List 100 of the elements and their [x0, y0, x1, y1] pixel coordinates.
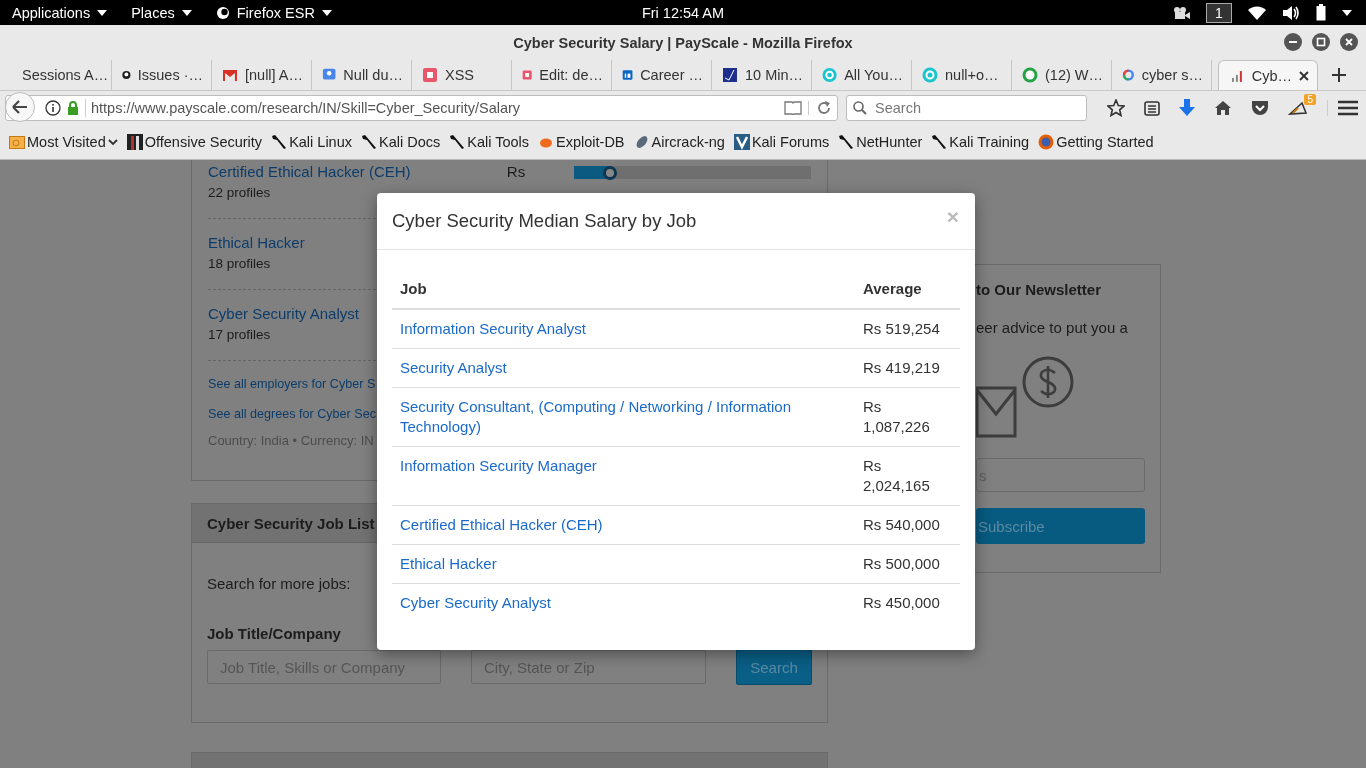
logo-icon	[733, 134, 750, 150]
mail-icon	[222, 67, 238, 83]
bookmark-item[interactable]: NetHunter	[836, 134, 925, 150]
close-button[interactable]	[1340, 33, 1358, 51]
battery-icon[interactable]	[1316, 4, 1326, 21]
camera-icon[interactable]	[1172, 5, 1190, 20]
clock[interactable]: Fri 12:54 AM	[641, 4, 725, 21]
salary-cell: Rs 450,000	[855, 583, 960, 622]
salary-cell: Rs 519,254	[855, 309, 960, 349]
notification-badge: 5	[1304, 94, 1316, 105]
folder-icon	[9, 135, 25, 149]
profile-count: 18 profiles	[208, 256, 271, 271]
wifi-icon[interactable]	[1248, 5, 1266, 20]
dialog-title: Cyber Security Median Salary by Job	[392, 210, 697, 232]
salary-cell: Rs 540,000	[855, 505, 960, 545]
maximize-button[interactable]	[1312, 33, 1330, 51]
minimize-button[interactable]	[1284, 33, 1302, 51]
job-link[interactable]: Security Analyst	[400, 358, 847, 378]
browser-tab[interactable]: 10 Min…	[712, 60, 812, 90]
bookmark-item[interactable]: Exploit-DB	[536, 134, 627, 150]
search-input[interactable]: Search	[873, 99, 1077, 117]
menu-icon[interactable]	[1327, 100, 1358, 116]
chevron-icon	[107, 138, 118, 146]
browser-tab[interactable]: Sessions A…	[12, 60, 112, 90]
browser-tab[interactable]: XSS	[412, 60, 512, 90]
salary-cell: Rs 419,219	[855, 348, 960, 388]
salary-cell: Rs 2,024,165	[855, 446, 960, 506]
job-link[interactable]: Ethical Hacker	[400, 554, 847, 574]
back-arrow-icon	[12, 100, 28, 114]
section-heading: Cyber Security Job List	[207, 514, 375, 532]
salary-cell: Rs 500,000	[855, 544, 960, 584]
newsletter-text: eer advice to put you a	[976, 319, 1129, 336]
circle-icon	[822, 67, 838, 83]
search-icon	[853, 101, 867, 115]
lock-icon	[67, 101, 79, 115]
envelope-dollar-icon	[976, 356, 1074, 438]
browser-tab[interactable]: Edit: de…	[512, 60, 612, 90]
caret-icon	[181, 9, 192, 16]
browser-tab[interactable]: [null] A…	[212, 60, 312, 90]
browser-tab[interactable]: Career …	[612, 60, 712, 90]
address-bar[interactable]: https://www.payscale.com/research/IN/Skill=Cyber_Security/Salary	[5, 95, 838, 121]
window-title: Cyber Security Salary | PayScale - Mozilla Firefox	[513, 34, 853, 51]
extension-icon[interactable]	[1288, 100, 1308, 116]
browser-tab[interactable]: null+o…	[912, 60, 1012, 90]
tile-icon	[522, 67, 533, 83]
back-button[interactable]	[5, 92, 35, 122]
column-header: Job	[392, 270, 855, 309]
browser-tab[interactable]: Cyb…	[1218, 60, 1318, 90]
bookmark-item[interactable]: Kali Tools	[447, 134, 532, 150]
bookmark-item[interactable]: Kali Linux	[269, 134, 354, 150]
menu-button[interactable]: Places	[119, 0, 204, 25]
browser-tab[interactable]: All You…	[812, 60, 912, 90]
browser-tab[interactable]: Issues ·…	[112, 60, 212, 90]
browser-tab[interactable]: Null du…	[312, 60, 412, 90]
reload-icon[interactable]	[808, 101, 831, 115]
job-link[interactable]: Certified Ethical Hacker (CEH)	[400, 515, 847, 535]
caret-icon	[321, 9, 332, 16]
salary-text: Rs	[505, 162, 527, 182]
bookmark-item[interactable]: Kali Forums	[731, 134, 832, 150]
profile-count: 17 profiles	[208, 327, 271, 342]
newsletter-heading: to Our Newsletter	[976, 280, 1103, 300]
menu-button[interactable]: Applications	[0, 0, 120, 25]
browser-tab[interactable]: cyber s…	[1112, 60, 1212, 90]
job-link[interactable]: Information Security Analyst	[400, 319, 847, 339]
salary-cell: Rs 1,087,226	[855, 387, 960, 447]
pocket-icon[interactable]	[1251, 100, 1269, 116]
bookmark-item[interactable]: Kali Training	[929, 134, 1032, 150]
info-icon[interactable]	[45, 100, 61, 116]
job-link[interactable]: Information Security Manager	[400, 456, 847, 476]
close-icon[interactable]	[1299, 70, 1309, 81]
profile-count: 22 profiles	[208, 185, 271, 200]
caret-icon	[1342, 9, 1352, 16]
tile-icon	[622, 67, 634, 83]
bookmark-item[interactable]: Getting Started	[1036, 134, 1156, 150]
tile-icon	[422, 67, 438, 83]
bookmark-star-icon[interactable]	[1107, 99, 1125, 117]
job-link[interactable]: Cyber Security Analyst	[400, 593, 847, 613]
volume-icon[interactable]	[1282, 4, 1300, 21]
firefox-icon	[215, 5, 230, 20]
bookmark-item[interactable]: Aircrack-ng	[631, 134, 727, 150]
job-link[interactable]: Security Consultant, (Computing / Networking / Information Technology)	[400, 397, 847, 437]
bookmark-item[interactable]: Most Visited	[7, 134, 120, 150]
column-header: Average	[855, 270, 960, 309]
caret-icon	[97, 9, 108, 16]
download-icon[interactable]	[1179, 99, 1195, 117]
search-field[interactable]: Search	[846, 95, 1087, 121]
field-label: Job Title/Company	[207, 625, 342, 642]
home-icon[interactable]	[1214, 100, 1232, 116]
workspace-button[interactable]: 1	[1206, 2, 1232, 23]
bookmark-item[interactable]: Kali Docs	[359, 134, 443, 150]
prompt-text: Search for more jobs:	[207, 575, 352, 592]
logo-icon	[126, 134, 143, 150]
firefox-icon	[1038, 134, 1055, 150]
list-icon[interactable]	[1144, 100, 1160, 116]
new-tab-icon[interactable]	[1332, 68, 1346, 82]
menu-button[interactable]: Firefox ESR	[203, 0, 344, 25]
circle-icon	[922, 67, 938, 83]
browser-tab[interactable]: (12) W…	[1012, 60, 1112, 90]
reader-icon[interactable]	[784, 101, 802, 115]
bookmark-item[interactable]: Offensive Security	[124, 134, 265, 150]
